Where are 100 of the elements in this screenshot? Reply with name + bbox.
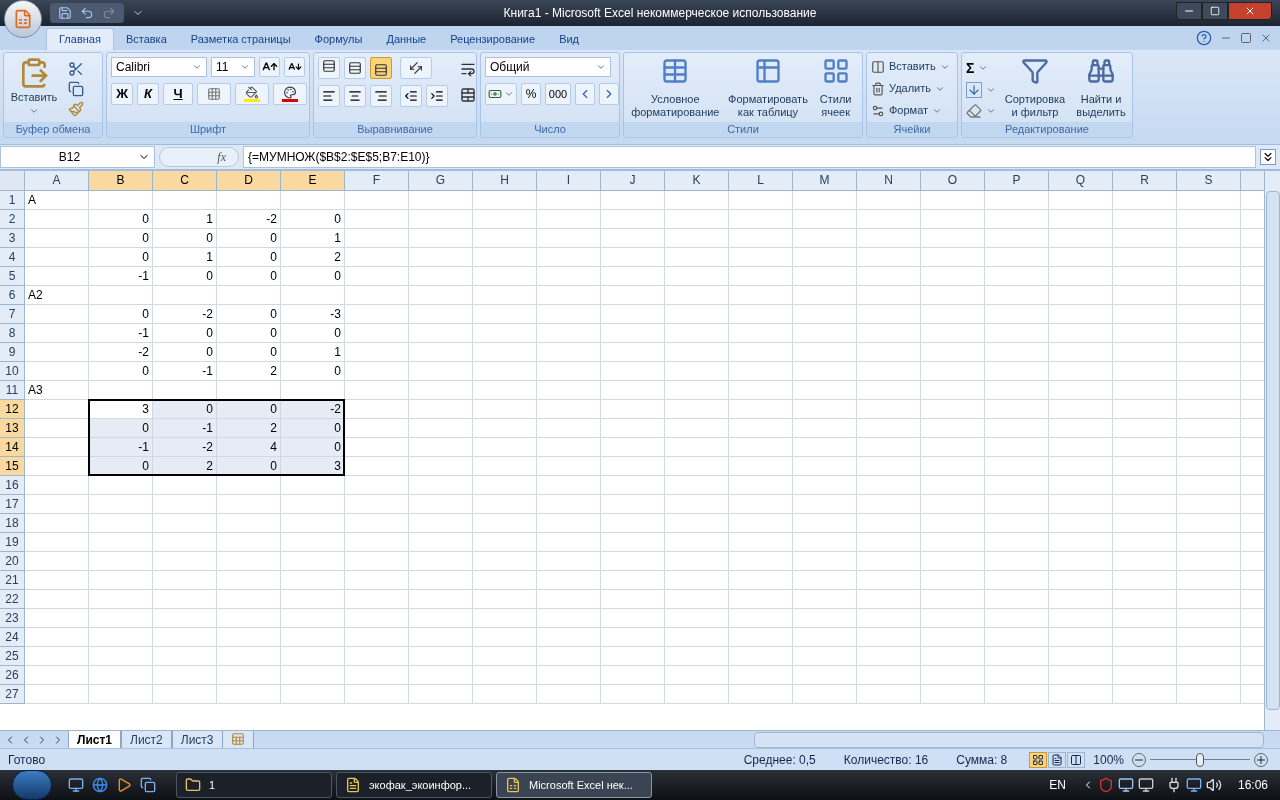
row-header[interactable]: 9 <box>0 343 25 362</box>
column-header[interactable]: F <box>345 171 409 191</box>
zoom-slider[interactable] <box>1150 751 1250 768</box>
paste-button[interactable]: Вставить <box>8 57 60 122</box>
cell[interactable]: A2 <box>25 286 89 305</box>
desktop-icon[interactable] <box>68 777 84 793</box>
column-header[interactable]: L <box>729 171 793 191</box>
cell[interactable]: -2 <box>153 438 217 457</box>
taskbar-button[interactable]: Microsoft Excel нек... <box>496 772 652 798</box>
row-header[interactable]: 4 <box>0 248 25 267</box>
start-button[interactable] <box>12 770 52 800</box>
caret-icon[interactable] <box>192 62 202 72</box>
row-header[interactable]: 26 <box>0 666 25 685</box>
maximize-button[interactable] <box>1202 2 1228 20</box>
cell[interactable]: 0 <box>89 305 153 324</box>
cell[interactable]: -2 <box>89 343 153 362</box>
new-sheet-button[interactable] <box>222 730 254 749</box>
row-header[interactable]: 2 <box>0 210 25 229</box>
row-header[interactable]: 18 <box>0 514 25 533</box>
cell[interactable]: 0 <box>89 419 153 438</box>
styles-button[interactable]: Стили ячеек <box>815 57 856 122</box>
row-header[interactable]: 6 <box>0 286 25 305</box>
caret-icon[interactable] <box>986 106 996 116</box>
row-header[interactable]: 24 <box>0 628 25 647</box>
function-button[interactable]: fx <box>159 147 239 167</box>
row-header[interactable]: 19 <box>0 533 25 552</box>
borders-button[interactable] <box>197 83 231 105</box>
row-header[interactable]: 22 <box>0 590 25 609</box>
row-header[interactable]: 27 <box>0 685 25 704</box>
cell[interactable]: 0 <box>217 305 281 324</box>
number-format-field[interactable]: Общий <box>485 57 611 77</box>
select-all-corner[interactable] <box>0 171 25 191</box>
row-header[interactable]: 20 <box>0 552 25 571</box>
cell[interactable]: -3 <box>281 305 345 324</box>
column-header[interactable]: C <box>153 171 217 191</box>
cell[interactable]: 0 <box>89 248 153 267</box>
cell[interactable]: 0 <box>89 362 153 381</box>
cell[interactable]: 0 <box>281 362 345 381</box>
cells-menu-button[interactable]: Вставить <box>871 57 950 76</box>
column-header[interactable]: E <box>281 171 345 191</box>
normal-view-icon[interactable] <box>1029 751 1048 768</box>
name-box[interactable]: B12 <box>0 146 155 168</box>
decrease-indent-button[interactable] <box>400 85 422 107</box>
taskbar-button[interactable]: экофак_экоинфор... <box>336 772 492 798</box>
cell[interactable]: 0 <box>153 229 217 248</box>
column-header[interactable]: M <box>793 171 857 191</box>
cell[interactable]: 2 <box>217 362 281 381</box>
row-header[interactable]: 3 <box>0 229 25 248</box>
decimal-button[interactable] <box>599 83 619 105</box>
column-header[interactable]: A <box>25 171 89 191</box>
column-header[interactable]: H <box>473 171 537 191</box>
row-header[interactable]: 21 <box>0 571 25 590</box>
styles-button[interactable]: Форматировать как таблицу <box>725 57 811 122</box>
cell[interactable]: -1 <box>153 362 217 381</box>
row-header[interactable]: 5 <box>0 267 25 286</box>
decimal-button[interactable] <box>575 83 595 105</box>
cell[interactable]: A3 <box>25 381 89 400</box>
slider-thumb[interactable] <box>1196 752 1204 767</box>
undo-icon[interactable] <box>80 6 94 20</box>
ribbon-tab[interactable]: Вставка <box>113 28 179 50</box>
row-header[interactable]: 16 <box>0 476 25 495</box>
scissors-icon[interactable] <box>68 61 84 77</box>
caret-icon[interactable] <box>986 85 996 95</box>
row-header[interactable]: 11 <box>0 381 25 400</box>
cell[interactable]: 0 <box>281 267 345 286</box>
font-size-field[interactable]: 11 <box>211 57 255 77</box>
row-header[interactable]: 15 <box>0 457 25 476</box>
fill-color-button[interactable] <box>235 83 269 105</box>
vertical-align-button[interactable] <box>370 57 392 79</box>
close-button[interactable] <box>1228 2 1272 20</box>
office-button[interactable] <box>4 0 42 38</box>
font-color-button[interactable] <box>273 83 307 105</box>
cell[interactable]: -1 <box>153 419 217 438</box>
shrink-font-button[interactable] <box>284 57 305 77</box>
ribbon-tab[interactable]: Вид <box>547 28 592 50</box>
cell[interactable]: -1 <box>89 438 153 457</box>
column-header[interactable]: B <box>89 171 153 191</box>
formula-field[interactable]: {=МУМНОЖ($B$2:$E$5;B7:E10)} <box>243 146 1256 168</box>
caret-icon[interactable] <box>504 89 514 99</box>
restore-icon[interactable] <box>1240 32 1252 44</box>
cell[interactable]: 0 <box>281 324 345 343</box>
column-header[interactable]: K <box>665 171 729 191</box>
close-icon[interactable] <box>1260 32 1272 44</box>
cell[interactable]: 0 <box>217 248 281 267</box>
sheet-tab[interactable]: Лист3 <box>171 730 223 749</box>
wrap-text-icon[interactable] <box>460 61 476 77</box>
cell[interactable]: 2 <box>217 419 281 438</box>
cell[interactable]: 0 <box>281 419 345 438</box>
align-left-button[interactable] <box>318 85 340 107</box>
media-player-icon[interactable] <box>116 777 132 793</box>
row-header[interactable]: 23 <box>0 609 25 628</box>
row-header[interactable]: 7 <box>0 305 25 324</box>
underline-button[interactable]: Ч <box>163 83 193 105</box>
column-header[interactable]: Q <box>1049 171 1113 191</box>
language-indicator[interactable]: EN <box>1049 776 1066 794</box>
row-header[interactable]: 13 <box>0 419 25 438</box>
cell[interactable]: 4 <box>217 438 281 457</box>
cell[interactable]: -2 <box>153 305 217 324</box>
row-header[interactable]: 1 <box>0 191 25 210</box>
column-header[interactable]: R <box>1113 171 1177 191</box>
